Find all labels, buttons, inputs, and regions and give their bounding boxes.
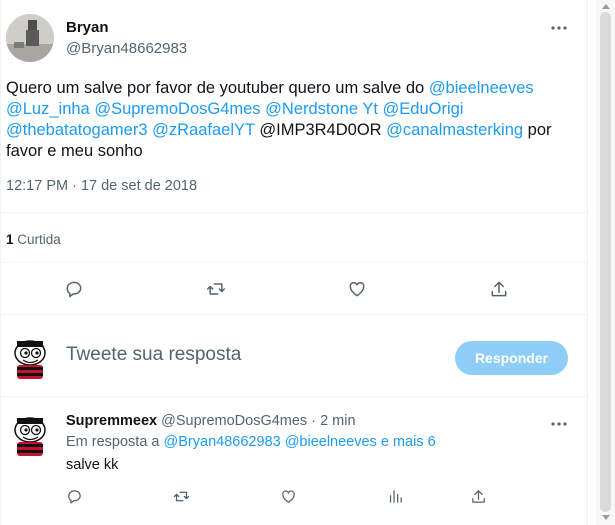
tweet-timestamp[interactable]: 12:17 PM · 17 de set de 2018: [6, 178, 197, 194]
mention-link[interactable]: @zRaafaelYT: [152, 121, 255, 139]
in-reply-mention[interactable]: @bieelneeves e mais 6: [285, 434, 436, 450]
retweet-count: 1: [6, 232, 14, 247]
retweet-label: Curtida: [17, 232, 61, 247]
reply-author-handle[interactable]: @SupremoDosG4mes: [161, 413, 307, 429]
reply-time[interactable]: · 2 min: [311, 413, 355, 429]
author-name[interactable]: Bryan: [66, 19, 109, 36]
reply-share-button[interactable]: [465, 483, 491, 509]
reply-more-options-button[interactable]: [550, 416, 568, 434]
reply-analytics-button[interactable]: [382, 483, 408, 509]
share-icon: [471, 489, 485, 503]
composer-avatar[interactable]: [7, 333, 55, 381]
more-horizontal-icon: [551, 422, 567, 426]
tweet-text-part: Quero um salve por favor de youtuber que…: [6, 79, 429, 97]
in-reply-to: Em resposta a @Bryan48662983 @bieelneeve…: [66, 434, 436, 450]
reply-button[interactable]: [61, 276, 87, 302]
reply-header: Supremmeex @SupremoDosG4mes · 2 min: [66, 413, 356, 429]
like-button[interactable]: [344, 276, 370, 302]
retweet-button[interactable]: [203, 276, 229, 302]
mention-link[interactable]: @EduOrigi: [383, 100, 464, 118]
author-handle[interactable]: @Bryan48662983: [66, 40, 187, 57]
mention-link[interactable]: @canalmasterking: [386, 121, 523, 139]
more-horizontal-icon: [551, 26, 567, 30]
divider: [0, 314, 588, 315]
mention-link[interactable]: @Nerdstone Yt: [265, 100, 378, 118]
retweet-icon: [173, 491, 189, 501]
divider: [0, 396, 588, 397]
mention-link[interactable]: @thebatatogamer3: [6, 121, 148, 139]
reply-submit-button[interactable]: Responder: [455, 341, 568, 375]
avatar[interactable]: [6, 14, 54, 62]
reply-avatar[interactable]: [7, 410, 55, 458]
more-options-button[interactable]: [550, 20, 568, 38]
scrollbar-thumb[interactable]: [600, 12, 611, 512]
share-button[interactable]: [486, 276, 512, 302]
like-icon: [349, 281, 365, 297]
in-reply-mention[interactable]: @Bryan48662983: [164, 434, 281, 450]
scroll-up-arrow-icon[interactable]: [602, 4, 610, 9]
divider: [0, 212, 588, 213]
reply-reply-button[interactable]: [61, 483, 87, 509]
reply-input[interactable]: Tweete sua resposta: [66, 344, 241, 366]
mention-link[interactable]: @Luz_inha: [6, 100, 90, 118]
divider: [0, 262, 588, 263]
reply-icon: [66, 281, 82, 298]
reply-retweet-button[interactable]: [168, 483, 194, 509]
in-reply-prefix: Em resposta a: [66, 434, 160, 450]
tweet-text: Quero um salve por favor de youtuber que…: [6, 78, 581, 162]
analytics-icon: [389, 489, 402, 503]
reply-author-name[interactable]: Supremmeex: [66, 413, 157, 429]
retweet-stats[interactable]: 1 Curtida: [6, 232, 61, 247]
reply-like-button[interactable]: [275, 483, 301, 509]
tweet-text-part: @IMP3R4D0OR: [259, 121, 382, 139]
mention-link[interactable]: @bieelneeves: [429, 79, 534, 97]
reply-text: salve kk: [66, 457, 119, 473]
reply-icon: [67, 489, 81, 504]
mention-link[interactable]: @SupremoDosG4mes: [94, 100, 260, 118]
retweet-icon: [206, 283, 226, 295]
share-icon: [491, 281, 507, 297]
scroll-down-arrow-icon[interactable]: [602, 515, 610, 520]
like-icon: [281, 489, 295, 503]
